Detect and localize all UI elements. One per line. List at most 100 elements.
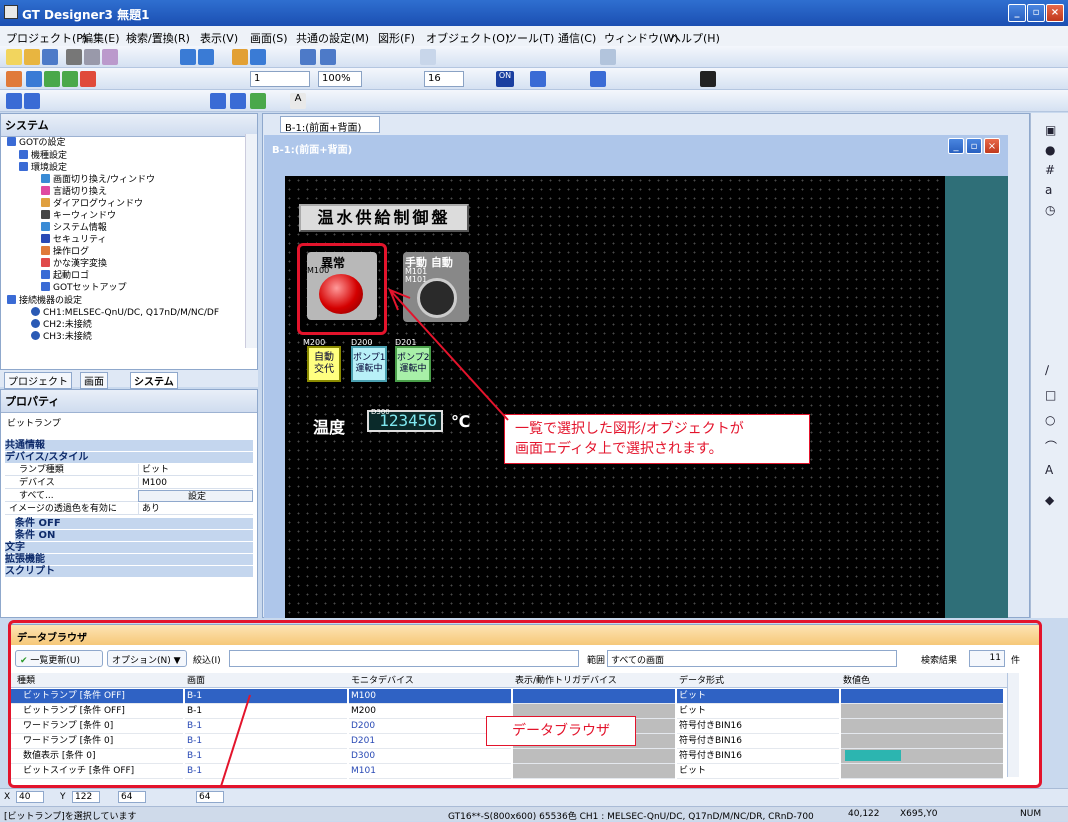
- layer2-icon[interactable]: [320, 49, 336, 65]
- tree-item-system-info[interactable]: システム情報: [41, 222, 107, 233]
- cat-script[interactable]: スクリプト: [5, 566, 253, 577]
- copy-icon[interactable]: [84, 49, 100, 65]
- panel-title-plate[interactable]: 温水供給制御盤: [299, 204, 469, 232]
- prev-screen-icon[interactable]: [44, 71, 60, 87]
- tree-item-operation-log[interactable]: 操作ログ: [41, 246, 89, 257]
- tool-paint-icon[interactable]: ◆: [1045, 493, 1054, 507]
- tree-item-language[interactable]: 言語切り換え: [41, 186, 107, 197]
- screen-image-icon[interactable]: [80, 71, 96, 87]
- coord-x-field[interactable]: 40: [16, 791, 44, 803]
- tab-project[interactable]: プロジェクト: [4, 372, 72, 389]
- coord-height-field[interactable]: 64: [196, 791, 224, 803]
- save-icon[interactable]: [42, 49, 58, 65]
- tree-item-kana[interactable]: かな漢字変換: [41, 258, 107, 269]
- tool-circle-icon[interactable]: ○: [1045, 413, 1055, 427]
- menu-help[interactable]: ヘルプ(H): [670, 30, 720, 46]
- menu-figure[interactable]: 図形(F): [378, 30, 415, 46]
- data-icon[interactable]: [250, 49, 266, 65]
- prop-row-all[interactable]: すべて... 設定: [5, 490, 253, 502]
- tree-item-security[interactable]: セキュリティ: [41, 234, 106, 245]
- font-size-select[interactable]: 16: [424, 71, 464, 87]
- prop-row-transparent[interactable]: イメージの透過色を有効に あり: [5, 503, 253, 515]
- tree-item-got-settings[interactable]: GOTの設定: [7, 137, 66, 148]
- menu-window[interactable]: ウィンドウ(W): [604, 30, 678, 46]
- system-scrollbar[interactable]: [245, 134, 257, 348]
- tool-bulb-icon[interactable]: ●: [1045, 143, 1055, 157]
- tree-item-ch1[interactable]: CH1:MELSEC-QnU/DC, Q17nD/M/NC/DF: [31, 307, 219, 318]
- tool-rect-icon[interactable]: □: [1045, 388, 1056, 402]
- tree-item-got-setup[interactable]: GOTセットアップ: [41, 282, 127, 293]
- prop-row-lamp-type[interactable]: ランプ種類 ビット: [5, 464, 253, 476]
- zoom-select[interactable]: 100%: [318, 71, 362, 87]
- tree-item-dialog[interactable]: ダイアログウィンドウ: [41, 198, 143, 209]
- dev-icon[interactable]: [530, 71, 546, 87]
- screen-close-button[interactable]: ×: [984, 138, 1000, 154]
- screen-add-icon[interactable]: [6, 71, 22, 87]
- maximize-button[interactable]: ▫: [1027, 4, 1045, 22]
- screen-open-icon[interactable]: [26, 71, 42, 87]
- cut-icon[interactable]: [66, 49, 82, 65]
- menu-common[interactable]: 共通の設定(M): [296, 30, 369, 46]
- arrange-icon[interactable]: [6, 93, 22, 109]
- tree-item-screen-switch[interactable]: 画面切り換え/ウィンドウ: [41, 174, 155, 185]
- tree-item-connections[interactable]: 接続機器の設定: [7, 295, 82, 306]
- object-tool-icon[interactable]: [600, 49, 616, 65]
- close-button[interactable]: ×: [1046, 4, 1064, 22]
- tool-line-icon[interactable]: ∕: [1045, 363, 1049, 377]
- align-icon[interactable]: [420, 49, 436, 65]
- document-tab[interactable]: B-1:(前面+背面): [280, 116, 380, 134]
- cat-cond-off[interactable]: 条件 OFF: [15, 518, 253, 529]
- tree-item-boot-logo[interactable]: 起動ロゴ: [41, 270, 89, 281]
- coord-y-field[interactable]: 122: [72, 791, 100, 803]
- layer-icon[interactable]: [300, 49, 316, 65]
- menu-screen[interactable]: 画面(S): [250, 30, 288, 46]
- screen-minimize-button[interactable]: _: [948, 138, 964, 154]
- tree-item-environment[interactable]: 環境設定: [19, 162, 67, 173]
- tab-screen[interactable]: 画面: [80, 372, 108, 389]
- tree-item-key-window[interactable]: キーウィンドウ: [41, 210, 116, 221]
- new-icon[interactable]: [6, 49, 22, 65]
- screen-icon[interactable]: [180, 49, 196, 65]
- next-screen-icon[interactable]: [62, 71, 78, 87]
- color-fill-icon[interactable]: [700, 71, 716, 87]
- screen-maximize-button[interactable]: ▫: [966, 138, 982, 154]
- tab-system[interactable]: システム: [130, 372, 178, 389]
- screen-no-field[interactable]: 1: [250, 71, 310, 87]
- tree-item-ch3[interactable]: CH3:未接続: [31, 331, 92, 342]
- open-icon[interactable]: [24, 49, 40, 65]
- coord-width-field[interactable]: 64: [118, 791, 146, 803]
- menu-project[interactable]: プロジェクト(P): [6, 30, 87, 46]
- menu-tool[interactable]: ツール(T): [506, 30, 554, 46]
- tool-ascii-icon[interactable]: a: [1045, 183, 1052, 197]
- cat-common[interactable]: 共通情報: [5, 440, 253, 451]
- arrange2-icon[interactable]: [24, 93, 40, 109]
- menu-object[interactable]: オブジェクト(O): [426, 30, 509, 46]
- paste-icon[interactable]: [102, 49, 118, 65]
- settings-button[interactable]: 設定: [138, 490, 253, 502]
- auto-swap-button[interactable]: 自動 交代: [307, 346, 341, 382]
- text-a-icon[interactable]: A: [290, 93, 306, 109]
- group-icon[interactable]: [250, 93, 266, 109]
- tool-data-icon[interactable]: ▣: [1045, 123, 1056, 137]
- tree-item-ch2[interactable]: CH2:未接続: [31, 319, 92, 330]
- tool-arc-icon[interactable]: ⌒: [1045, 438, 1057, 455]
- cat-cond-on[interactable]: 条件 ON: [15, 530, 253, 541]
- menu-edit[interactable]: 編集(E): [82, 30, 120, 46]
- tool-clock-icon[interactable]: ◷: [1045, 203, 1055, 217]
- back-icon[interactable]: [230, 93, 246, 109]
- display-icon[interactable]: [590, 71, 606, 87]
- menu-comm[interactable]: 通信(C): [558, 30, 596, 46]
- tool-numeric-icon[interactable]: #: [1045, 163, 1055, 177]
- menu-view[interactable]: 表示(V): [200, 30, 238, 46]
- tool-text-icon[interactable]: A: [1045, 463, 1053, 477]
- window-icon[interactable]: [198, 49, 214, 65]
- library-icon[interactable]: [232, 49, 248, 65]
- prop-row-device[interactable]: デバイス M100: [5, 477, 253, 489]
- tree-item-model[interactable]: 機種設定: [19, 150, 67, 161]
- cat-text[interactable]: 文字: [5, 542, 253, 553]
- minimize-button[interactable]: _: [1008, 4, 1026, 22]
- cat-extended[interactable]: 拡張機能: [5, 554, 253, 565]
- front-icon[interactable]: [210, 93, 226, 109]
- on-icon[interactable]: ON: [496, 71, 514, 87]
- menu-search[interactable]: 検索/置換(R): [126, 30, 190, 46]
